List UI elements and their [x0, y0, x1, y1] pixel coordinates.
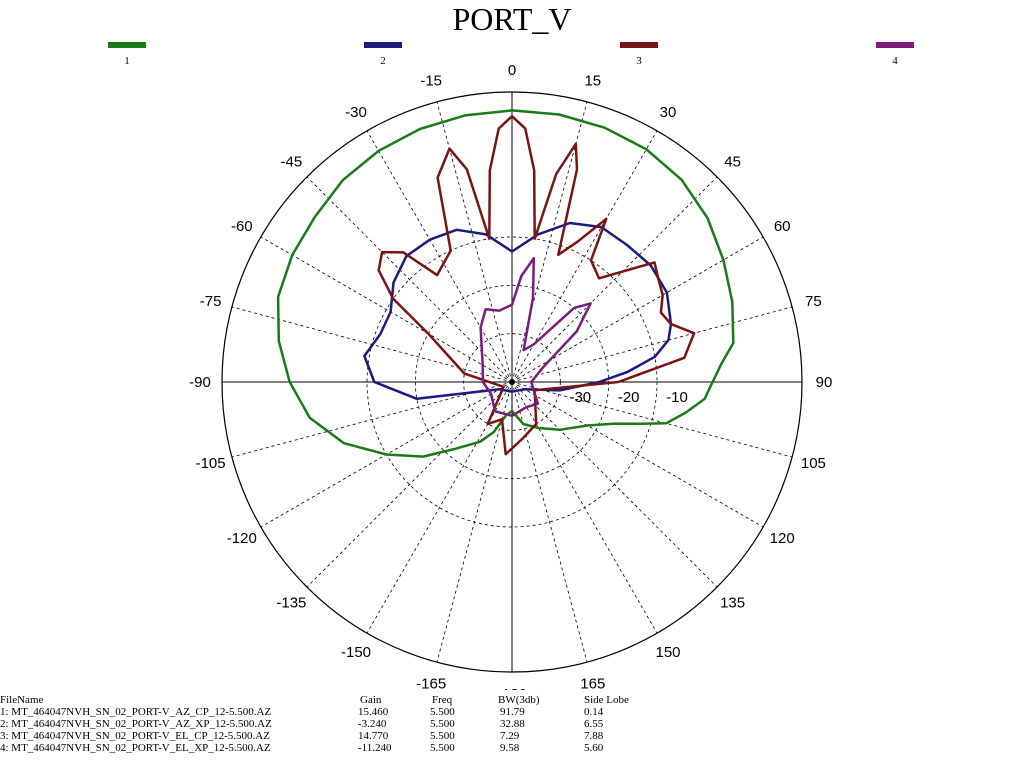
- series-curves: [276, 109, 735, 458]
- cell-freq: 5.500: [430, 718, 455, 730]
- cell-bw: 7.29: [500, 730, 520, 742]
- grid-spoke: [511, 381, 658, 634]
- cell-gain: 14.770: [358, 730, 389, 742]
- cell-filename: 2: MT_464047NVH_SN_02_PORT-V_AZ_XP_12-5.…: [0, 718, 272, 730]
- angle-label: -45: [281, 153, 303, 170]
- angle-label: 60: [774, 218, 791, 235]
- angle-label: -75: [200, 293, 222, 310]
- results-table: FileName Gain Freq BW(3db) Side Lobe 1: …: [0, 694, 700, 754]
- header-bw: BW(3db): [498, 694, 540, 706]
- cell-bw: 91.79: [500, 706, 525, 718]
- header-freq: Freq: [432, 694, 453, 706]
- cell-side-lobe: 6.55: [584, 718, 604, 730]
- cell-gain: -3.240: [358, 718, 387, 730]
- table-row: 3: MT_464047NVH_SN_02_PORT-V_EL_CP_12-5.…: [0, 730, 700, 742]
- angle-label: 135: [720, 595, 745, 612]
- cell-gain: -11.240: [358, 742, 392, 754]
- polar-plot: 0 15 30 45 60 75 90 105 120 135 150 165 -180 -165 -150…: [189, 62, 833, 690]
- angle-label: -135: [276, 595, 306, 612]
- angle-label: 15: [584, 73, 601, 90]
- cell-bw: 32.88: [500, 718, 525, 730]
- cell-side-lobe: 5.60: [584, 742, 604, 754]
- cell-filename: 4: MT_464047NVH_SN_02_PORT-V_EL_XP_12-5.…: [0, 742, 271, 754]
- angle-label: 105: [801, 455, 826, 472]
- series-1-curve: [276, 109, 735, 458]
- table-row: 2: MT_464047NVH_SN_02_PORT-V_AZ_XP_12-5.…: [0, 718, 700, 730]
- angle-label: -15: [420, 73, 442, 90]
- radial-tick-label: -20: [618, 389, 640, 406]
- series-2-curve: [363, 221, 673, 401]
- header-gain: Gain: [360, 694, 382, 706]
- cell-side-lobe: 0.14: [584, 706, 604, 718]
- angle-label: 0: [508, 62, 516, 79]
- cell-freq: 5.500: [430, 706, 455, 718]
- angle-label: -165: [416, 675, 446, 690]
- header-side-lobe: Side Lobe: [584, 694, 629, 706]
- radial-tick-label: -30: [569, 389, 591, 406]
- cell-filename: 3: MT_464047NVH_SN_02_PORT-V_EL_CP_12-5.…: [0, 730, 270, 742]
- grid-spoke: [511, 381, 793, 458]
- angle-label: -120: [227, 530, 257, 547]
- angle-label: -180: [497, 686, 527, 690]
- angle-label: 75: [805, 293, 822, 310]
- cell-side-lobe: 7.88: [584, 730, 604, 742]
- table-row: 1: MT_464047NVH_SN_02_PORT-V_AZ_CP_12-5.…: [0, 706, 700, 718]
- angle-label: 150: [655, 644, 680, 661]
- grid-spoke: [306, 381, 513, 588]
- angle-label: -90: [189, 374, 211, 391]
- table-header: FileName Gain Freq BW(3db) Side Lobe: [0, 694, 700, 706]
- table-row: 4: MT_464047NVH_SN_02_PORT-V_EL_XP_12-5.…: [0, 742, 700, 754]
- header-filename: FileName: [0, 694, 44, 706]
- angle-label: 45: [724, 153, 741, 170]
- grid-spoke: [260, 236, 513, 383]
- cell-filename: 1: MT_464047NVH_SN_02_PORT-V_AZ_CP_12-5.…: [0, 706, 272, 718]
- cell-freq: 5.500: [430, 730, 455, 742]
- cell-freq: 5.500: [430, 742, 455, 754]
- cell-bw: 9.58: [500, 742, 520, 754]
- angle-label: -30: [345, 104, 367, 121]
- angle-label: 165: [580, 675, 605, 690]
- angle-label: 120: [770, 530, 795, 547]
- angle-label: -60: [231, 218, 253, 235]
- angle-label: -150: [341, 644, 371, 661]
- angle-label: 30: [660, 104, 677, 121]
- angle-label: 90: [816, 374, 833, 391]
- angle-label: -105: [196, 455, 226, 472]
- radial-tick-label: -10: [666, 389, 688, 406]
- cell-gain: 15.460: [358, 706, 389, 718]
- polar-grid: [221, 91, 803, 673]
